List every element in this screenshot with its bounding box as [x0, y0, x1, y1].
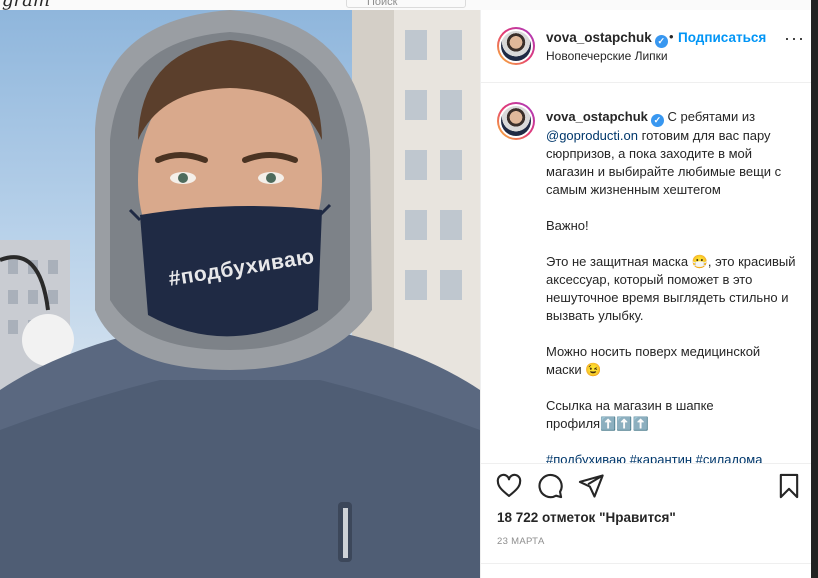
caption-avatar[interactable] — [497, 102, 535, 140]
mention-link[interactable]: @goproducti.on — [546, 128, 638, 143]
verified-badge-icon: ✓ — [654, 35, 668, 48]
action-bar: 18 722 отметок "Нравится" 23 МАРТА — [481, 463, 812, 578]
modal-backdrop[interactable] — [811, 0, 818, 578]
post-header: vova_ostapchuk ✓ • Подписаться Новопечерс… — [481, 10, 812, 83]
caption-paragraph-5: Ссылка на магазин в шапке профиля⬆️⬆️⬆️ — [546, 398, 714, 431]
caption-username[interactable]: vova_ostapchuk — [546, 109, 648, 124]
post-side-panel: vova_ostapchuk ✓ • Подписаться Новопечерс… — [480, 10, 812, 578]
instagram-logo[interactable]: gram — [2, 0, 50, 10]
share-icon[interactable] — [577, 472, 605, 500]
caption-paragraph-3: Это не защитная маска 😷, это красивый ак… — [546, 254, 796, 323]
follow-button[interactable]: Подписаться — [678, 30, 766, 45]
comment-icon[interactable] — [536, 472, 564, 500]
heart-icon[interactable] — [495, 472, 523, 500]
caption-line-1a: С ребятами из — [667, 109, 756, 124]
post-location[interactable]: Новопечерские Липки — [546, 49, 668, 63]
caption-paragraph-2: Важно! — [546, 218, 589, 233]
bookmark-icon[interactable] — [775, 472, 803, 500]
caption-paragraph-4: Можно носить поверх медицинской маски 😉 — [546, 344, 761, 377]
verified-badge-icon: ✓ — [650, 114, 664, 127]
comment-bar — [481, 563, 812, 578]
post-photo[interactable]: #подбухиваю — [0, 10, 480, 578]
selfie-illustration — [0, 10, 480, 578]
likes-count[interactable]: 18 722 отметок "Нравится" — [497, 510, 676, 525]
author-username-text[interactable]: vova_ostapchuk — [546, 30, 652, 45]
top-navigation-bar: gram Поиск — [0, 0, 818, 10]
search-input[interactable]: Поиск — [346, 0, 466, 8]
caption-text: vova_ostapchuk ✓ С ребятами из @goproduct… — [546, 108, 796, 464]
caption-section: vova_ostapchuk ✓ С ребятами из @goproduct… — [481, 84, 812, 464]
more-options-icon[interactable]: ··· — [784, 29, 805, 47]
post-date[interactable]: 23 МАРТА — [497, 536, 545, 547]
separator-dot: • — [669, 29, 674, 44]
author-avatar[interactable] — [497, 27, 535, 65]
author-username[interactable]: vova_ostapchuk ✓ — [546, 30, 668, 48]
